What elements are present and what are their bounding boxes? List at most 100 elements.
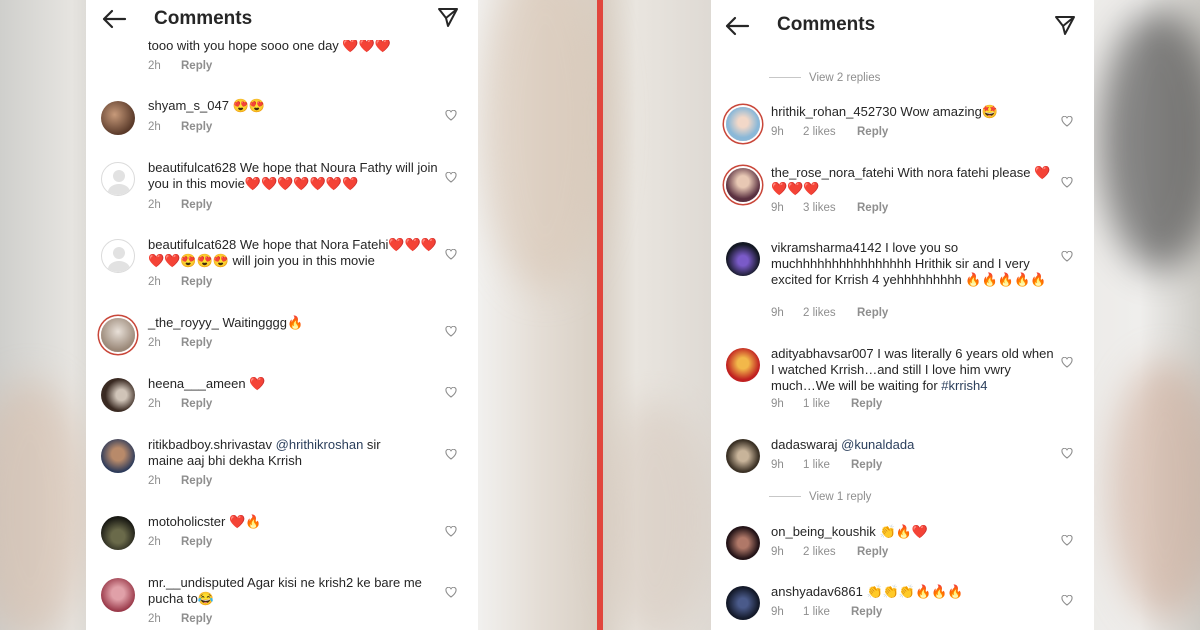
avatar[interactable]: [101, 439, 135, 473]
comment-time: 2h: [148, 536, 161, 548]
reply-button[interactable]: Reply: [181, 475, 212, 487]
heart-icon[interactable]: [445, 387, 457, 398]
avatar[interactable]: [101, 578, 135, 612]
reply-button[interactable]: Reply: [181, 536, 212, 548]
comment-mention[interactable]: @hrithikroshan: [276, 437, 364, 452]
avatar[interactable]: [726, 107, 760, 141]
send-icon[interactable]: [437, 6, 459, 28]
reply-button[interactable]: Reply: [857, 546, 888, 558]
heart-icon[interactable]: [445, 449, 457, 460]
heart-icon[interactable]: [1061, 116, 1073, 127]
comment-time: 9h: [771, 546, 784, 558]
heart-icon[interactable]: [445, 587, 457, 598]
comment-username[interactable]: beautifulcat628: [148, 237, 236, 252]
comment-time: 2h: [148, 475, 161, 487]
comment-likes[interactable]: 1 like: [803, 606, 830, 618]
send-icon[interactable]: [1054, 14, 1076, 36]
reply-button[interactable]: Reply: [181, 60, 212, 72]
back-arrow-icon[interactable]: [101, 8, 127, 30]
comment-time: 2h: [148, 398, 161, 410]
reply-button[interactable]: Reply: [181, 337, 212, 349]
comment-time: 2h: [148, 337, 161, 349]
comment-text: 👏👏👏🔥🔥🔥: [866, 584, 964, 599]
reply-button[interactable]: Reply: [851, 606, 882, 618]
view-replies-button[interactable]: View 2 replies: [769, 72, 880, 84]
reply-button[interactable]: Reply: [181, 398, 212, 410]
comment-text: ❤️🔥: [228, 514, 262, 529]
view-replies-button[interactable]: View 1 reply: [769, 491, 871, 503]
comment-username[interactable]: vikramsharma4142: [771, 240, 882, 255]
comment-username[interactable]: on_being_koushik: [771, 524, 876, 539]
avatar[interactable]: [101, 162, 135, 196]
comment-username[interactable]: motoholicster: [148, 514, 225, 529]
page-title: Comments: [777, 14, 876, 35]
header: Comments: [86, 0, 478, 40]
reply-button[interactable]: Reply: [857, 307, 888, 319]
comment-username[interactable]: beautifulcat628: [148, 160, 236, 175]
comment-username[interactable]: _the_royyy_: [148, 315, 219, 330]
comment-username[interactable]: ritikbadboy.shrivastav: [148, 437, 272, 452]
page-title: Comments: [154, 8, 253, 29]
comment-time: 9h: [771, 606, 784, 618]
avatar[interactable]: [101, 239, 135, 273]
comment-text: Wow amazing🤩: [900, 104, 998, 119]
comment-likes[interactable]: 1 like: [803, 459, 830, 471]
heart-icon[interactable]: [1061, 177, 1073, 188]
comment-username[interactable]: dadaswaraj: [771, 437, 838, 452]
avatar[interactable]: [726, 242, 760, 276]
reply-button[interactable]: Reply: [851, 459, 882, 471]
comment-hashtag[interactable]: #krrish4: [941, 378, 987, 393]
avatar[interactable]: [101, 101, 135, 135]
avatar[interactable]: [726, 348, 760, 382]
reply-button[interactable]: Reply: [181, 121, 212, 133]
comment-username[interactable]: mr.__undisputed: [148, 575, 244, 590]
comment-likes[interactable]: 2 likes: [803, 126, 836, 138]
reply-button[interactable]: Reply: [851, 398, 882, 410]
heart-icon[interactable]: [1061, 251, 1073, 262]
comment-likes[interactable]: 2 likes: [803, 546, 836, 558]
avatar[interactable]: [726, 586, 760, 620]
heart-icon[interactable]: [1061, 357, 1073, 368]
comment-likes[interactable]: 1 like: [803, 398, 830, 410]
comment-likes[interactable]: 2 likes: [803, 307, 836, 319]
reply-button[interactable]: Reply: [181, 276, 212, 288]
heart-icon[interactable]: [1061, 595, 1073, 606]
comment-username[interactable]: anshyadav6861: [771, 584, 863, 599]
comment-text: tooo with you hope sooo one day ❤️❤️❤️: [148, 38, 391, 53]
comment-text: 👏🔥❤️: [879, 524, 928, 539]
comments-screen-right: Comments View 2 replies hrithik_rohan_45…: [711, 0, 1094, 630]
reply-button[interactable]: Reply: [181, 199, 212, 211]
comment-time: 2h: [148, 613, 161, 625]
view-replies-label: View 2 replies: [809, 72, 881, 84]
heart-icon[interactable]: [445, 526, 457, 537]
avatar[interactable]: [726, 526, 760, 560]
comment-username[interactable]: heena___ameen: [148, 376, 246, 391]
avatar[interactable]: [726, 439, 760, 473]
heart-icon[interactable]: [445, 172, 457, 183]
comment-mention[interactable]: @kunaldada: [841, 437, 914, 452]
comment-username[interactable]: the_rose_nora_fatehi: [771, 165, 894, 180]
heart-icon[interactable]: [445, 249, 457, 260]
back-arrow-icon[interactable]: [724, 15, 750, 37]
comment-time: 2h: [148, 199, 161, 211]
comment-likes[interactable]: 3 likes: [803, 202, 836, 214]
heart-icon[interactable]: [1061, 448, 1073, 459]
avatar[interactable]: [726, 168, 760, 202]
comment-time: 9h: [771, 398, 784, 410]
comment-time: 2h: [148, 60, 161, 72]
avatar[interactable]: [101, 378, 135, 412]
comment-username[interactable]: hrithik_rohan_452730: [771, 104, 897, 119]
avatar[interactable]: [101, 318, 135, 352]
comment-username[interactable]: shyam_s_047: [148, 98, 229, 113]
comment-time: 9h: [771, 202, 784, 214]
reply-button[interactable]: Reply: [857, 126, 888, 138]
avatar[interactable]: [101, 516, 135, 550]
heart-icon[interactable]: [1061, 535, 1073, 546]
comment-username[interactable]: adityabhavsar007: [771, 346, 874, 361]
heart-icon[interactable]: [445, 326, 457, 337]
comment-text: ❤️: [249, 376, 266, 391]
reply-button[interactable]: Reply: [857, 202, 888, 214]
heart-icon[interactable]: [445, 110, 457, 121]
reply-button[interactable]: Reply: [181, 613, 212, 625]
red-divider: [597, 0, 603, 630]
